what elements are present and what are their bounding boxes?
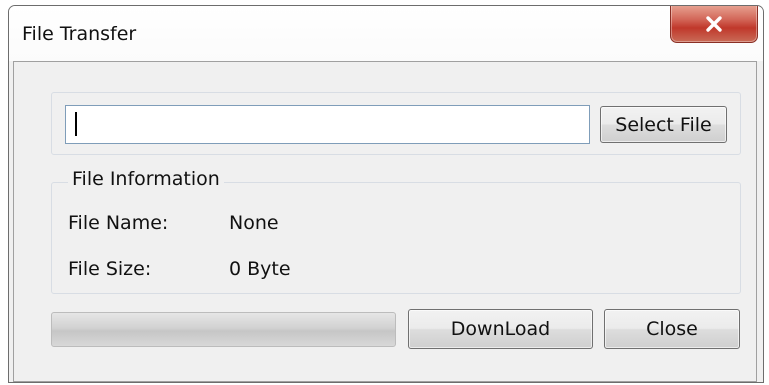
- file-name-value: None: [229, 212, 279, 234]
- download-button[interactable]: DownLoad: [408, 309, 593, 349]
- text-cursor: [75, 112, 77, 136]
- transfer-progress-bar: [51, 312, 396, 347]
- file-information-caption: File Information: [68, 168, 224, 190]
- dialog-body: Select File File Information File Name: …: [13, 61, 757, 382]
- file-size-label: File Size:: [68, 258, 152, 280]
- close-x-icon: [706, 15, 722, 32]
- select-file-button[interactable]: Select File: [600, 106, 727, 143]
- title-bar[interactable]: File Transfer: [9, 6, 763, 61]
- file-transfer-window: File Transfer Select File File Informati…: [8, 5, 764, 383]
- window-close-button[interactable]: [670, 6, 758, 43]
- file-path-input[interactable]: [65, 105, 590, 144]
- close-button[interactable]: Close: [604, 309, 740, 349]
- file-name-label: File Name:: [68, 212, 169, 234]
- file-information-group: [51, 182, 741, 294]
- window-title: File Transfer: [22, 23, 137, 45]
- file-size-value: 0 Byte: [229, 258, 291, 280]
